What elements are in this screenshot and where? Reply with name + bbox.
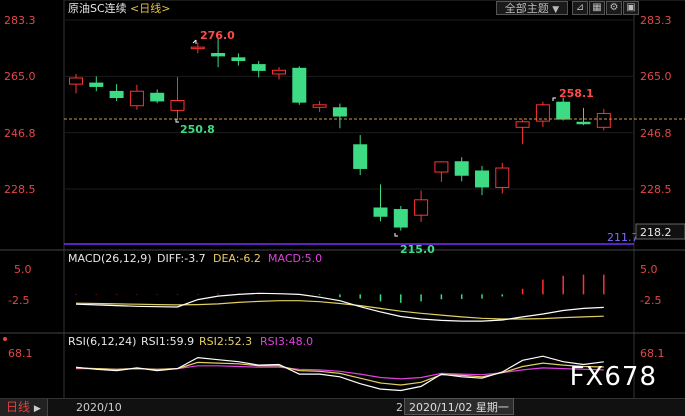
macd-tick: 5.0: [14, 263, 32, 276]
candle-body-down: [211, 52, 226, 57]
status-bar: 日线 ▶ 2020/10 2: [0, 398, 685, 416]
price-tick-left: 265.0: [4, 70, 36, 83]
price-tick-right: 265.0: [640, 70, 672, 83]
price-tick-left: 283.3: [4, 14, 36, 27]
candle-body-up: [515, 121, 530, 128]
macd-macd-value: MACD:5.0: [268, 252, 322, 265]
candle-body-up: [190, 46, 205, 50]
candle-body-down: [576, 121, 591, 125]
candlestick-chart[interactable]: 283.3 265.0 246.8 228.5 283.3 265.0 246.…: [0, 0, 685, 416]
candle-body-up: [434, 161, 449, 173]
period-tab-label: 日线: [6, 400, 31, 414]
rsi-panel: [75, 355, 604, 392]
rsi-label: RSI(6,12,24): [68, 335, 136, 348]
macd-tick: -2.5: [640, 294, 661, 307]
candle-body-up: [535, 104, 550, 122]
candle-body-down: [556, 101, 571, 120]
high-annotation: 276.0: [200, 29, 235, 42]
lock-icon[interactable]: ▣: [623, 1, 639, 15]
candle-body-up: [414, 199, 429, 216]
candle-body-down: [89, 82, 104, 87]
candle-body-down: [353, 144, 368, 169]
rsi1-value: RSI1:59.9: [141, 335, 194, 348]
price-tick-right: 283.3: [640, 14, 672, 27]
rsi-tick: 68.1: [640, 347, 665, 360]
theme-select-button[interactable]: 全部主题 ▼: [496, 1, 568, 15]
axis-date-left: 2020/10: [76, 401, 122, 414]
low-price-tag: 211.7: [607, 231, 639, 244]
candle-body-down: [150, 92, 165, 102]
price-axis-left: 283.3 265.0 246.8 228.5: [4, 14, 36, 196]
rsi2-line: [75, 361, 604, 386]
low-annotation-1: 250.8: [180, 123, 215, 136]
chart-window: 283.3 265.0 246.8 228.5 283.3 265.0 246.…: [0, 0, 685, 416]
candle-body-down: [292, 67, 307, 103]
rsi3-value: RSI3:48.0: [260, 335, 313, 348]
price-tick-right: 228.5: [640, 183, 672, 196]
adjust-icon[interactable]: ⊿: [572, 1, 588, 15]
candle-body-down: [393, 209, 408, 228]
candle-body-up: [69, 77, 83, 85]
rsi-header: RSI(6,12,24) RSI1:59.9 RSI2:52.3 RSI3:48…: [68, 335, 313, 348]
settings-icon[interactable]: ⚙: [606, 1, 622, 15]
candle-body-up: [129, 90, 144, 107]
low-annotation-2: 215.0: [400, 243, 435, 256]
theme-select-label: 全部主题: [504, 2, 549, 15]
candle-body-down: [109, 90, 124, 99]
candle-body-up: [170, 99, 185, 111]
macd-label: MACD(26,12,9): [68, 252, 152, 265]
price-tick-right: 246.8: [640, 127, 672, 140]
instrument-title: 原油SC连续: [68, 1, 127, 15]
period-label: <日线>: [130, 1, 170, 15]
macd-tick: -2.5: [8, 294, 29, 307]
price-tick-left: 246.8: [4, 127, 36, 140]
watermark: FX678: [569, 362, 657, 392]
rsi-tick: 68.1: [8, 347, 33, 360]
chevron-down-icon: ▼: [552, 5, 560, 15]
candle-body-down: [373, 207, 388, 217]
candles: [69, 38, 611, 231]
last-high-annotation: 258.1: [559, 87, 594, 100]
candle-body-down: [251, 64, 266, 71]
macd-dea-value: DEA:-6.2: [213, 252, 261, 265]
macd-panel: [75, 274, 605, 322]
candle-body-down: [231, 57, 246, 62]
candle-body-down: [332, 107, 347, 117]
candle-body-up: [596, 112, 611, 128]
candle-body-down: [454, 161, 469, 176]
candle-body-up: [312, 104, 327, 108]
axis-date-prefix: 2: [396, 401, 403, 414]
macd-header: MACD(26,12,9) DIFF:-3.7 DEA:-6.2 MACD:5.…: [68, 252, 322, 265]
price-tick-left: 228.5: [4, 183, 36, 196]
period-tab[interactable]: 日线 ▶: [0, 399, 48, 416]
grid-icon[interactable]: ▦: [589, 1, 605, 15]
price-axis-right: 283.3 265.0 246.8 228.5: [640, 14, 672, 196]
chart-header: 原油SC连续 <日线>: [68, 1, 170, 15]
macd-diff-line: [75, 292, 604, 322]
play-icon: ▶: [33, 404, 41, 414]
candle-body-up: [495, 167, 510, 188]
rsi2-value: RSI2:52.3: [199, 335, 252, 348]
macd-diff-value: DIFF:-3.7: [157, 252, 206, 265]
current-price-tag: 218.2: [640, 226, 672, 239]
candle-body-down: [475, 170, 489, 188]
rsi-marker-icon: [3, 337, 7, 341]
cursor-date: 2020/11/02 星期一: [404, 398, 514, 415]
candle-body-up: [272, 69, 286, 75]
rsi-axis: 68.1 68.1: [8, 347, 665, 360]
macd-tick: 5.0: [640, 263, 658, 276]
